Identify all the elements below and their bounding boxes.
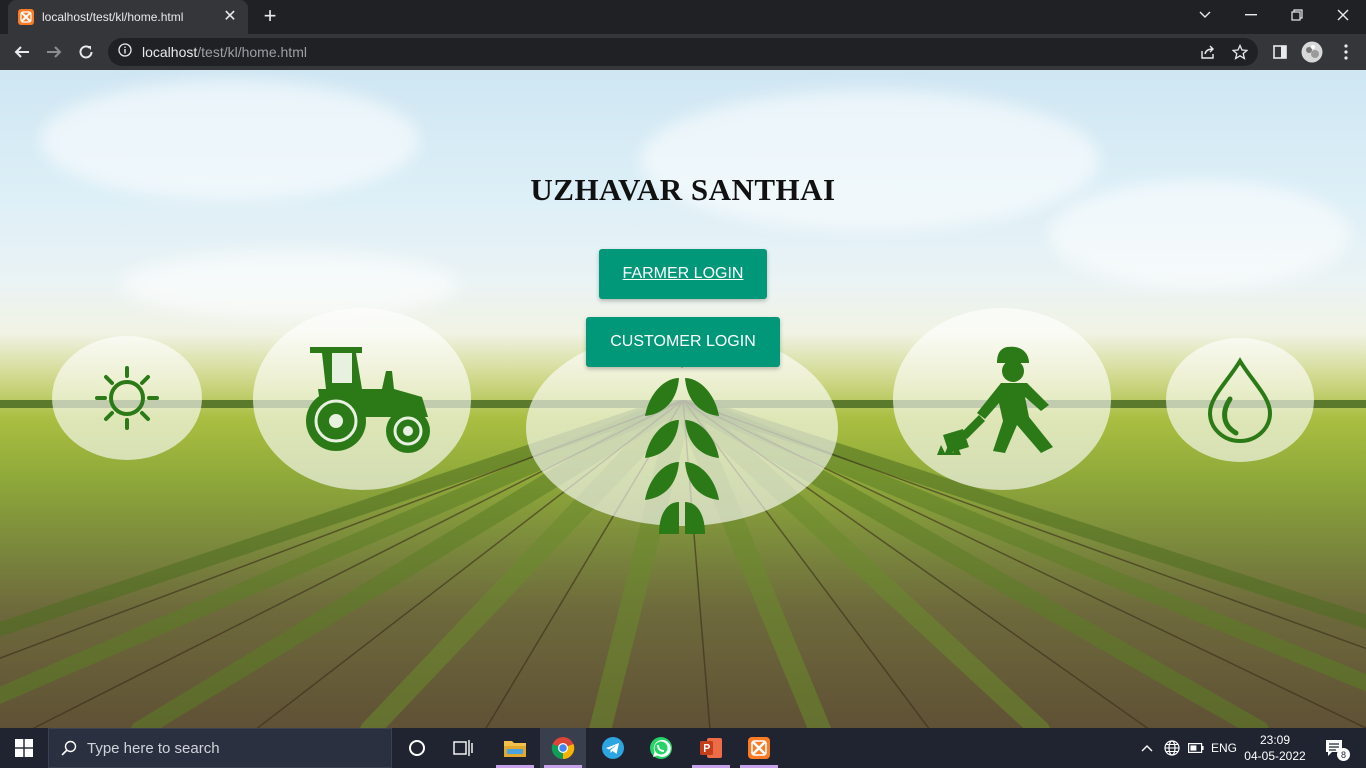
site-info-icon[interactable] (118, 42, 132, 62)
browser-tab-strip: localhost/test/kl/home.html ✕ + (0, 0, 1366, 34)
cortana-icon[interactable] (394, 728, 440, 768)
bookmark-star-icon[interactable] (1226, 38, 1254, 66)
chrome-icon[interactable] (540, 728, 586, 768)
tractor-icon-circle (253, 308, 471, 490)
cloud (640, 90, 1100, 230)
profile-avatar[interactable] (1298, 38, 1326, 66)
windows-taskbar: Type here to search ENG 23:09 04-05-2022 (0, 728, 1366, 768)
xampp-favicon-icon (18, 9, 34, 25)
address-bar[interactable]: localhost/test/kl/home.html (108, 38, 1258, 66)
file-explorer-icon[interactable] (492, 728, 538, 768)
notification-center-icon[interactable]: 8 (1316, 728, 1352, 768)
tractor-icon (306, 347, 430, 453)
url-text: localhost/test/kl/home.html (142, 44, 307, 60)
powerpoint-icon[interactable] (688, 728, 734, 768)
browser-tab[interactable]: localhost/test/kl/home.html ✕ (8, 0, 248, 34)
network-globe-icon[interactable] (1160, 728, 1184, 768)
clock-time: 23:09 (1259, 733, 1291, 747)
page-title: UZHAVAR SANTHAI (530, 172, 836, 207)
farmer-digging-icon (937, 346, 1053, 455)
farmer-login-button[interactable]: FARMER LOGIN (599, 249, 767, 299)
share-icon[interactable] (1194, 38, 1222, 66)
xampp-icon[interactable] (736, 728, 782, 768)
water-drop-icon (1207, 357, 1273, 444)
page-background: UZHAVAR SANTHAI FARMER LOGIN CUSTOMER LO… (0, 70, 1366, 728)
minimize-icon[interactable] (1228, 0, 1274, 30)
search-placeholder: Type here to search (87, 739, 220, 757)
water-drop-icon-circle (1166, 338, 1314, 462)
farmer-digging-icon-circle (893, 308, 1111, 490)
reload-icon[interactable] (72, 38, 100, 66)
sun-icon (95, 366, 159, 430)
new-tab-button[interactable]: + (258, 5, 282, 29)
cloud (120, 250, 460, 320)
notification-count-badge: 8 (1337, 748, 1350, 761)
forward-arrow-icon[interactable] (40, 38, 68, 66)
telegram-icon[interactable] (590, 728, 636, 768)
menu-kebab-icon[interactable] (1332, 38, 1360, 66)
whatsapp-icon[interactable] (638, 728, 684, 768)
clock[interactable]: 23:09 04-05-2022 (1244, 728, 1306, 768)
task-view-icon[interactable] (440, 728, 486, 768)
close-window-icon[interactable] (1320, 0, 1366, 30)
taskbar-search-input[interactable]: Type here to search (48, 728, 392, 768)
customer-login-label: CUSTOMER LOGIN (610, 333, 756, 350)
url-host: localhost (142, 44, 198, 60)
windows-start-icon[interactable] (0, 728, 48, 768)
tab-search-chevron-icon[interactable] (1182, 0, 1228, 30)
restore-icon[interactable] (1274, 0, 1320, 30)
show-hidden-icons-chevron-icon[interactable] (1138, 728, 1156, 768)
customer-login-button[interactable]: CUSTOMER LOGIN (586, 317, 780, 367)
farmer-login-label: FARMER LOGIN (622, 265, 744, 282)
language-indicator[interactable]: ENG (1208, 728, 1240, 768)
sun-icon-circle (52, 336, 202, 460)
tab-title: localhost/test/kl/home.html (42, 10, 184, 24)
back-arrow-icon[interactable] (8, 38, 36, 66)
tab-close-icon[interactable]: ✕ (222, 9, 238, 25)
battery-icon[interactable] (1186, 728, 1206, 768)
browser-toolbar: localhost/test/kl/home.html (0, 34, 1366, 70)
clock-date: 04-05-2022 (1244, 749, 1306, 763)
search-icon (61, 740, 77, 756)
wheat-icon (645, 340, 719, 534)
url-path: /test/kl/home.html (197, 44, 307, 60)
side-panel-icon[interactable] (1266, 38, 1294, 66)
